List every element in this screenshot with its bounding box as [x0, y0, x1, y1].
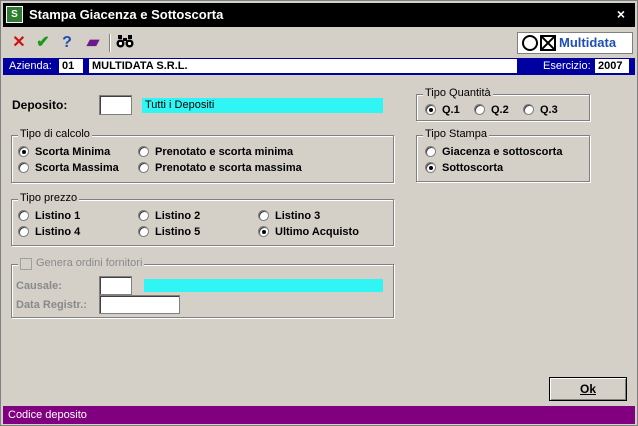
- radio-label: Scorta Massima: [35, 162, 119, 174]
- radio-label: Listino 3: [275, 210, 321, 222]
- dialog-window: S Stampa Giacenza e Sottoscorta × ✕ ✔ ? …: [0, 0, 638, 426]
- ok-button-label: Ok: [579, 382, 596, 396]
- app-icon[interactable]: S: [6, 6, 23, 23]
- radio-q2[interactable]: Q.2: [474, 103, 509, 117]
- radio-prenotato-scorta-massima[interactable]: Prenotato e scorta massima: [138, 161, 302, 175]
- book-icon[interactable]: ▰: [83, 33, 103, 53]
- company-bar: Azienda: 01 MULTIDATA S.R.L. Esercizio: …: [3, 58, 635, 75]
- logo-cross-box-icon: [540, 35, 556, 51]
- radio-indicator: [523, 103, 534, 115]
- tipo-calcolo-group: Tipo di calcolo Scorta Minima Prenotato …: [11, 128, 394, 183]
- radio-label: Q.3: [540, 104, 558, 116]
- radio-label: Prenotato e scorta massima: [155, 162, 302, 174]
- radio-indicator: [425, 103, 436, 115]
- radio-label: Prenotato e scorta minima: [155, 146, 294, 158]
- radio-q3[interactable]: Q.3: [523, 103, 558, 117]
- radio-listino-4[interactable]: Listino 4: [18, 225, 80, 239]
- deposito-description: Tutti i Depositi: [142, 98, 383, 113]
- radio-scorta-massima[interactable]: Scorta Massima: [18, 161, 119, 175]
- radio-label: Listino 1: [35, 210, 81, 222]
- radio-indicator: [425, 145, 436, 157]
- tipo-stampa-group: Tipo Stampa Giacenza e sottoscorta Sotto…: [416, 128, 590, 182]
- radio-label: Q.2: [491, 104, 509, 116]
- toolbar-separator: [109, 34, 111, 52]
- radio-label: Ultimo Acquisto: [275, 226, 359, 238]
- radio-indicator: [258, 209, 269, 221]
- binoculars-icon[interactable]: [115, 33, 135, 53]
- logo-circle-icon: [522, 35, 538, 51]
- tipo-quantita-legend: Tipo Quantità: [423, 87, 493, 99]
- radio-label: Listino 5: [155, 226, 201, 238]
- radio-label: Giacenza e sottoscorta: [442, 146, 563, 158]
- radio-listino-5[interactable]: Listino 5: [138, 225, 200, 239]
- tipo-calcolo-legend: Tipo di calcolo: [18, 128, 92, 140]
- genera-ordini-checkbox[interactable]: [20, 258, 32, 270]
- causale-description: [144, 279, 383, 292]
- azienda-name: MULTIDATA S.R.L.: [89, 59, 517, 73]
- radio-indicator: [138, 225, 149, 237]
- data-registr-label: Data Registr.:: [16, 299, 87, 311]
- deposito-code-input[interactable]: [99, 95, 132, 115]
- radio-label: Q.1: [442, 104, 460, 116]
- esercizio-label: Esercizio:: [543, 60, 591, 72]
- radio-sottoscorta[interactable]: Sottoscorta: [425, 161, 503, 175]
- cancel-icon[interactable]: ✕: [9, 33, 29, 53]
- radio-indicator: [18, 225, 29, 237]
- radio-listino-1[interactable]: Listino 1: [18, 209, 80, 223]
- esercizio-value: 2007: [595, 59, 629, 73]
- tipo-prezzo-group: Tipo prezzo Listino 1 Listino 2 Listino …: [11, 192, 394, 246]
- radio-indicator: [18, 145, 29, 157]
- azienda-label: Azienda:: [9, 60, 52, 72]
- radio-indicator: [138, 209, 149, 221]
- brand-name: Multidata: [559, 35, 617, 50]
- radio-label: Scorta Minima: [35, 146, 111, 158]
- radio-label: Listino 4: [35, 226, 81, 238]
- radio-ultimo-acquisto[interactable]: Ultimo Acquisto: [258, 225, 359, 239]
- radio-q1[interactable]: Q.1: [425, 103, 460, 117]
- ok-button[interactable]: Ok: [549, 377, 627, 401]
- azienda-code: 01: [59, 59, 83, 73]
- radio-indicator: [18, 161, 29, 173]
- radio-indicator: [138, 145, 149, 157]
- radio-label: Listino 2: [155, 210, 201, 222]
- toolbar: ✕ ✔ ? ▰ Multidata: [3, 29, 635, 57]
- window-title: Stampa Giacenza e Sottoscorta: [29, 7, 224, 22]
- radio-indicator: [138, 161, 149, 173]
- tipo-prezzo-legend: Tipo prezzo: [18, 192, 80, 204]
- genera-ordini-legend: Genera ordini fornitori: [18, 257, 145, 269]
- radio-indicator: [258, 225, 269, 237]
- causale-label: Causale:: [16, 280, 62, 292]
- help-icon[interactable]: ?: [57, 33, 77, 53]
- deposito-label: Deposito:: [12, 98, 68, 112]
- confirm-icon[interactable]: ✔: [33, 33, 53, 53]
- radio-indicator: [474, 103, 485, 115]
- tipo-quantita-group: Tipo Quantità Q.1 Q.2 Q.3: [416, 87, 590, 121]
- title-bar[interactable]: S Stampa Giacenza e Sottoscorta ×: [3, 3, 635, 27]
- status-bar: Codice deposito: [3, 406, 635, 424]
- brand-logo: Multidata: [517, 32, 633, 54]
- radio-listino-3[interactable]: Listino 3: [258, 209, 320, 223]
- radio-listino-2[interactable]: Listino 2: [138, 209, 200, 223]
- causale-input[interactable]: [99, 276, 132, 295]
- radio-giacenza-sottoscorta[interactable]: Giacenza e sottoscorta: [425, 145, 562, 159]
- radio-prenotato-scorta-minima[interactable]: Prenotato e scorta minima: [138, 145, 293, 159]
- radio-label: Sottoscorta: [442, 162, 504, 174]
- tipo-stampa-legend: Tipo Stampa: [423, 128, 489, 140]
- close-icon[interactable]: ×: [613, 6, 629, 22]
- radio-scorta-minima[interactable]: Scorta Minima: [18, 145, 110, 159]
- radio-indicator: [18, 209, 29, 221]
- radio-indicator: [425, 161, 436, 173]
- data-registr-input[interactable]: [99, 295, 180, 314]
